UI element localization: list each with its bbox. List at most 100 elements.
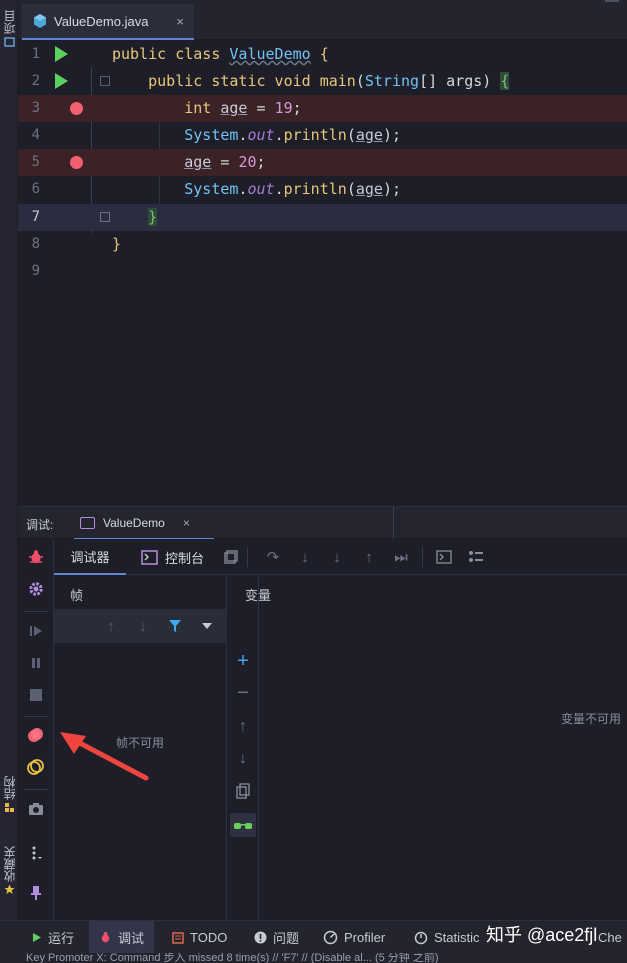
move-up-icon[interactable]: ↑ — [233, 717, 253, 737]
line-number: 7 — [31, 209, 40, 225]
evaluate-expression-icon[interactable] — [435, 548, 453, 566]
stop-icon[interactable] — [26, 685, 46, 705]
header-divider — [393, 507, 394, 540]
run-to-cursor-icon[interactable]: ⏭ — [392, 548, 410, 566]
code-text: int age = 19; — [184, 99, 302, 117]
statistic-tool-button[interactable]: Statistic — [414, 921, 480, 954]
todo-tool-label: TODO — [190, 930, 228, 945]
line-number: 4 — [31, 127, 40, 143]
view-breakpoints-icon[interactable] — [26, 725, 46, 745]
project-tab-label: 项目 — [2, 10, 17, 34]
code-text: public static void main(String[] args) { — [148, 72, 510, 90]
code-text: age = 20; — [184, 153, 266, 171]
layout-icon[interactable] — [222, 548, 240, 566]
todo-tool-button[interactable]: TODO — [172, 921, 227, 954]
code-line: 1 public class ValueDemo { — [18, 41, 627, 68]
problems-tool-button[interactable]: 问题 — [254, 921, 299, 954]
variables-empty-message: 变量不可用 — [560, 712, 621, 726]
chevron-down-icon[interactable] — [198, 617, 216, 635]
debug-header-label: 调试: — [26, 518, 54, 532]
separator — [24, 611, 48, 612]
info-icon — [254, 931, 267, 944]
tab-console-label: 控制台 — [165, 550, 205, 566]
tab-menu-icon[interactable] — [605, 0, 619, 4]
add-watch-icon[interactable]: + — [233, 650, 253, 672]
separator — [422, 547, 423, 567]
editor-file-tab[interactable]: ValueDemo.java × — [22, 4, 194, 40]
status-message: Key Promoter X: Command 步入 missed 8 time… — [26, 953, 439, 963]
project-tool-tab[interactable]: 项目 — [0, 10, 18, 49]
favorites-tool-tab[interactable]: 收藏夹 — [0, 846, 18, 897]
resume-icon[interactable] — [26, 621, 46, 641]
mute-breakpoints-icon[interactable] — [26, 757, 46, 777]
favorites-tab-label: 收藏夹 — [2, 846, 17, 882]
code-line: 9 — [18, 258, 627, 285]
close-icon[interactable]: × — [176, 14, 184, 29]
code-line-breakpoint: 3 int age = 19; — [18, 95, 627, 122]
profiler-tool-label: Profiler — [344, 930, 386, 945]
debug-session-tab[interactable]: ValueDemo × — [74, 507, 214, 540]
bug-icon — [101, 932, 110, 943]
tab-debugger-label: 调试器 — [70, 549, 110, 565]
debug-tool-label: 调试 — [118, 931, 145, 946]
code-text: public class ValueDemo { — [112, 45, 329, 63]
application-icon — [80, 516, 95, 529]
code-line: 4 System.out.println(age); — [18, 122, 627, 149]
fold-icon[interactable] — [100, 76, 110, 86]
step-over-icon[interactable]: ↷ — [264, 548, 282, 566]
statistic-tool-label: Statistic — [434, 930, 480, 945]
pause-icon[interactable] — [26, 653, 46, 673]
variables-toolbar: + − ↑ ↓ — [227, 575, 259, 920]
status-bar: Key Promoter X: Command 步入 missed 8 time… — [0, 953, 627, 963]
editor-tab-bar: ValueDemo.java × — [18, 0, 627, 40]
checkstyle-tool-button[interactable]: Che — [598, 921, 622, 954]
separator — [24, 789, 48, 790]
structure-tool-tab[interactable]: 结构 — [0, 776, 18, 815]
pin-icon[interactable] — [26, 883, 46, 903]
glasses-icon[interactable] — [230, 813, 256, 837]
run-tool-button[interactable]: 运行 — [32, 921, 74, 954]
frame-up-icon[interactable]: ↑ — [102, 617, 120, 635]
line-number: 9 — [31, 263, 40, 279]
close-icon[interactable]: × — [183, 516, 190, 530]
force-step-into-icon[interactable]: ↓ — [328, 548, 346, 566]
run-class-icon[interactable] — [55, 46, 68, 62]
step-into-icon[interactable]: ↓ — [296, 548, 314, 566]
code-editor[interactable]: 1 public class ValueDemo { 2 public stat… — [18, 40, 627, 506]
code-text: } — [112, 235, 122, 253]
code-line: 8 } — [18, 231, 627, 258]
line-number: 1 — [31, 46, 40, 62]
separator — [24, 716, 48, 717]
remove-watch-icon[interactable]: − — [233, 682, 253, 704]
checkstyle-tool-label: Che — [598, 930, 622, 945]
debug-tool-window-header: 调试: ValueDemo × — [18, 506, 627, 540]
run-main-icon[interactable] — [55, 73, 68, 89]
variables-pane: 变量 变量不可用 — [245, 575, 627, 920]
line-number: 8 — [31, 236, 40, 252]
frame-down-icon[interactable]: ↓ — [134, 617, 152, 635]
gear-icon[interactable] — [26, 579, 46, 599]
star-icon — [4, 884, 14, 894]
structure-icon — [4, 803, 14, 812]
separator — [247, 547, 248, 567]
line-number: 5 — [31, 154, 40, 170]
folder-icon — [3, 37, 15, 47]
bug-icon[interactable] — [26, 547, 46, 567]
more-options-icon[interactable] — [26, 843, 46, 863]
move-down-icon[interactable]: ↓ — [233, 749, 253, 769]
debug-tool-button[interactable]: 调试 — [89, 921, 155, 954]
fold-end-icon[interactable] — [100, 212, 110, 222]
filter-icon[interactable] — [166, 617, 184, 635]
debug-side-toolbar — [18, 539, 54, 920]
camera-icon[interactable] — [26, 799, 46, 819]
annotation-arrow — [60, 732, 149, 781]
breakpoint-icon[interactable] — [70, 156, 83, 169]
tab-console[interactable]: 控制台 — [141, 539, 204, 575]
profiler-tool-button[interactable]: Profiler — [323, 921, 385, 954]
breakpoint-icon[interactable] — [70, 102, 83, 115]
trace-icon[interactable] — [467, 548, 485, 566]
variables-title: 变量 — [245, 588, 272, 603]
step-out-icon[interactable]: ↑ — [360, 548, 378, 566]
copy-icon[interactable] — [233, 781, 253, 801]
tab-debugger[interactable]: 调试器 — [54, 539, 126, 575]
